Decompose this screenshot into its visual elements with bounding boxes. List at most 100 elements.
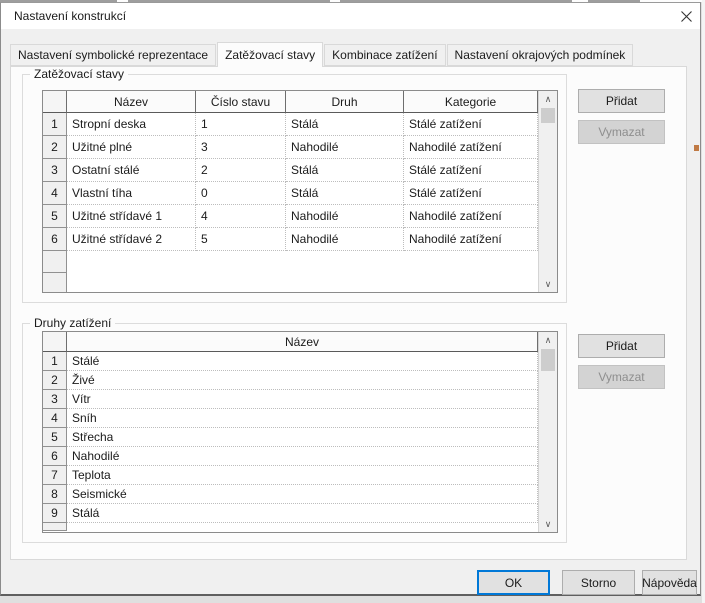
cell-nazev[interactable]: Užitné střídavé 2	[67, 228, 196, 251]
cell-nazev[interactable]: Vlastní tíha	[67, 182, 196, 205]
table-row: 5 Střecha	[43, 428, 538, 447]
cell-cislo-stavu[interactable]: 5	[196, 228, 286, 251]
row-number-cell[interactable]: 6	[43, 228, 67, 251]
row-number-cell[interactable]: 1	[43, 352, 67, 371]
close-icon	[680, 10, 693, 23]
cell-nazev[interactable]: Stropní deska	[67, 113, 196, 136]
cell-kategorie[interactable]: Nahodilé zatížení	[404, 205, 538, 228]
table-row: 9 Stálá	[43, 504, 538, 523]
row-number-cell[interactable]: 6	[43, 447, 67, 466]
table-row: 2 Živé	[43, 371, 538, 390]
row-number-cell[interactable]: 8	[43, 485, 67, 504]
cell-druh[interactable]: Nahodilé	[286, 228, 404, 251]
table-row: 1 Stálé	[43, 352, 538, 371]
load-cases-delete-button: Vymazat	[578, 120, 665, 144]
ok-button[interactable]: OK	[477, 570, 550, 595]
table-row: 6 Nahodilé	[43, 447, 538, 466]
cell-cislo-stavu[interactable]: 3	[196, 136, 286, 159]
dialog-title: Nastavení konstrukcí	[14, 3, 126, 29]
cell-nazev[interactable]: Nahodilé	[67, 447, 538, 466]
load-types-scrollbar[interactable]: ∧ ∨	[538, 332, 557, 532]
header-row: Název	[43, 332, 538, 352]
row-number-cell[interactable]: 4	[43, 182, 67, 205]
column-header-nazev: Název	[67, 91, 196, 113]
cell-kategorie[interactable]: Stálé zatížení	[404, 159, 538, 182]
cell-nazev[interactable]: Seismické	[67, 485, 538, 504]
table-row: 1 Stropní deska 1 Stálá Stálé zatížení	[43, 113, 538, 136]
row-number-cell[interactable]: 7	[43, 466, 67, 485]
header-corner-cell	[43, 332, 67, 352]
row-number-cell[interactable]: 2	[43, 136, 67, 159]
cell-nazev[interactable]: Sníh	[67, 409, 538, 428]
cell-cislo-stavu[interactable]: 0	[196, 182, 286, 205]
cell-cislo-stavu[interactable]: 4	[196, 205, 286, 228]
cell-druh[interactable]: Nahodilé	[286, 136, 404, 159]
table-row: 5 Užitné střídavé 1 4 Nahodilé Nahodilé …	[43, 205, 538, 228]
cell-nazev[interactable]: Stálé	[67, 352, 538, 371]
row-number-cell[interactable]: 5	[43, 428, 67, 447]
help-button[interactable]: Nápověda	[642, 570, 697, 595]
scroll-up-icon[interactable]: ∧	[539, 91, 557, 107]
cell-druh[interactable]: Stálá	[286, 113, 404, 136]
cell-nazev[interactable]: Střecha	[67, 428, 538, 447]
load-types-grid-body: Název 1 Stálé 2 Živé 3 Vítr 4 Sníh 5 Stř…	[43, 332, 538, 532]
cell-cislo-stavu[interactable]: 1	[196, 113, 286, 136]
row-number-cell[interactable]: 1	[43, 113, 67, 136]
empty-row	[43, 251, 538, 273]
scrollbar-thumb[interactable]	[541, 349, 555, 371]
empty-row-header[interactable]	[43, 251, 67, 273]
partial-row	[43, 523, 538, 531]
cell-nazev[interactable]: Teplota	[67, 466, 538, 485]
cell-nazev[interactable]: Stálá	[67, 504, 538, 523]
table-row: 3 Ostatní stálé 2 Stálá Stálé zatížení	[43, 159, 538, 182]
table-row: 2 Užitné plné 3 Nahodilé Nahodilé zatíže…	[43, 136, 538, 159]
cell-druh[interactable]: Nahodilé	[286, 205, 404, 228]
cell-nazev[interactable]: Ostatní stálé	[67, 159, 196, 182]
table-row: 7 Teplota	[43, 466, 538, 485]
cancel-button[interactable]: Storno	[562, 570, 635, 595]
scroll-up-icon[interactable]: ∧	[539, 332, 557, 348]
tab-zatezovaci-stavy[interactable]: Zatěžovací stavy	[217, 42, 323, 67]
row-number-cell[interactable]: 9	[43, 504, 67, 523]
cell-druh[interactable]: Stálá	[286, 182, 404, 205]
cell-kategorie[interactable]: Nahodilé zatížení	[404, 228, 538, 251]
column-header-druh: Druh	[286, 91, 404, 113]
load-types-add-button[interactable]: Přidat	[578, 334, 665, 358]
background-artifact	[694, 145, 699, 151]
table-row: 8 Seismické	[43, 485, 538, 504]
cell-kategorie[interactable]: Stálé zatížení	[404, 182, 538, 205]
scrollbar-thumb[interactable]	[541, 108, 555, 123]
tab-kombinace-zatizeni[interactable]: Kombinace zatížení	[324, 44, 445, 66]
table-row: 6 Užitné střídavé 2 5 Nahodilé Nahodilé …	[43, 228, 538, 251]
column-header-kategorie: Kategorie	[404, 91, 538, 113]
tab-nastaveni-symbolicke-reprezentace[interactable]: Nastavení symbolické reprezentace	[10, 44, 216, 66]
cell-nazev[interactable]: Vítr	[67, 390, 538, 409]
close-button[interactable]	[672, 3, 700, 29]
row-number-cell[interactable]: 3	[43, 390, 67, 409]
load-cases-scrollbar[interactable]: ∧ ∨	[538, 91, 557, 292]
tab-nastaveni-okrajovych-podminek[interactable]: Nastavení okrajových podmínek	[447, 44, 634, 66]
row-number-cell[interactable]: 4	[43, 409, 67, 428]
load-cases-add-button[interactable]: Přidat	[578, 89, 665, 113]
header-row: Název Číslo stavu Druh Kategorie	[43, 91, 538, 113]
load-cases-grid-body: Název Číslo stavu Druh Kategorie 1 Strop…	[43, 91, 538, 292]
column-header-cislo-stavu: Číslo stavu	[196, 91, 286, 113]
table-row: 4 Vlastní tíha 0 Stálá Stálé zatížení	[43, 182, 538, 205]
row-number-cell[interactable]: 5	[43, 205, 67, 228]
scroll-down-icon[interactable]: ∨	[539, 276, 557, 292]
row-number-cell[interactable]: 2	[43, 371, 67, 390]
cell-kategorie[interactable]: Nahodilé zatížení	[404, 136, 538, 159]
cell-nazev[interactable]: Živé	[67, 371, 538, 390]
scroll-down-icon[interactable]: ∨	[539, 516, 557, 532]
cell-kategorie[interactable]: Stálé zatížení	[404, 113, 538, 136]
cell-nazev[interactable]: Užitné střídavé 1	[67, 205, 196, 228]
cell-nazev[interactable]: Užitné plné	[67, 136, 196, 159]
cell-druh[interactable]: Stálá	[286, 159, 404, 182]
empty-row-header[interactable]	[43, 523, 67, 531]
table-row: 4 Sníh	[43, 409, 538, 428]
row-number-cell[interactable]: 3	[43, 159, 67, 182]
cell-cislo-stavu[interactable]: 2	[196, 159, 286, 182]
screen: Nastavení konstrukcí Nastavení symbolick…	[0, 0, 705, 603]
load-types-delete-button: Vymazat	[578, 365, 665, 389]
row-header-filler	[43, 273, 67, 292]
